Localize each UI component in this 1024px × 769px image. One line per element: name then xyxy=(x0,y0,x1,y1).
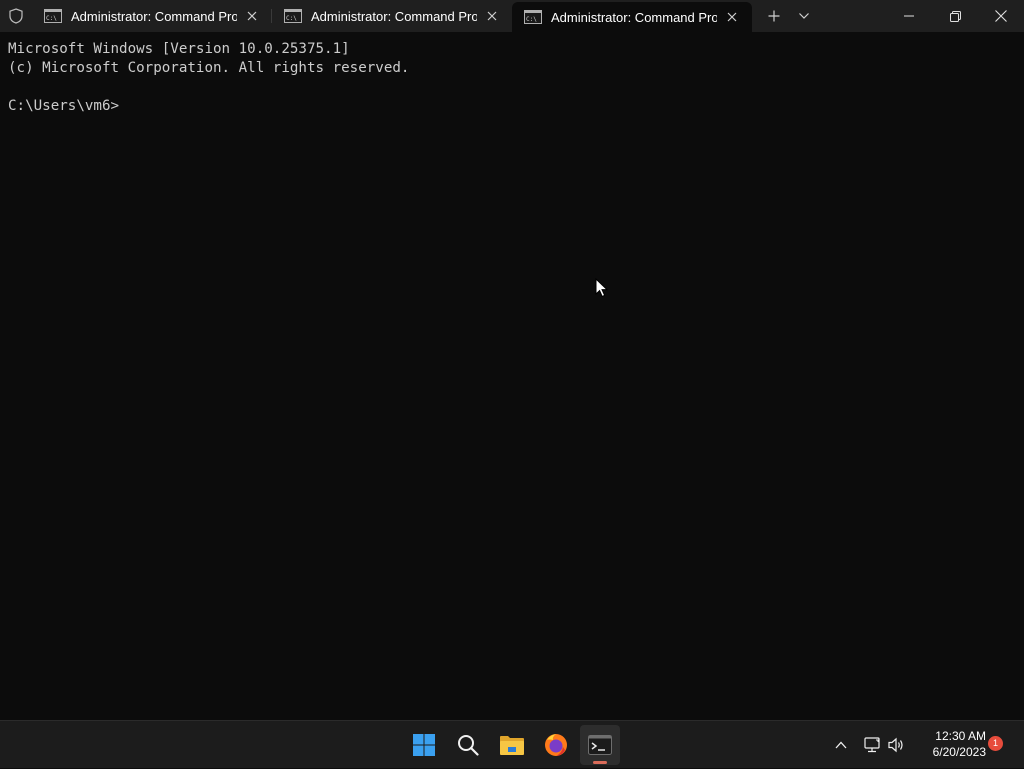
terminal-icon xyxy=(588,735,612,755)
close-tab-button[interactable] xyxy=(479,3,505,29)
network-button[interactable] xyxy=(860,721,884,769)
minimize-button[interactable] xyxy=(886,0,932,32)
terminal-taskbar-button[interactable] xyxy=(580,725,620,765)
close-icon xyxy=(727,12,737,22)
file-explorer-icon xyxy=(500,736,524,755)
clock-date: 6/20/2023 xyxy=(932,745,986,759)
show-hidden-icons-button[interactable] xyxy=(830,721,852,769)
terminal-line: (c) Microsoft Corporation. All rights re… xyxy=(8,60,410,76)
terminal-area[interactable]: Microsoft Windows [Version 10.0.25375.1]… xyxy=(0,32,1024,720)
start-button[interactable] xyxy=(404,725,444,765)
plus-icon xyxy=(768,10,780,22)
tab-title: Administrator: Command Prompt xyxy=(71,8,237,24)
terminal-line: Microsoft Windows [Version 10.0.25375.1] xyxy=(8,41,350,57)
tab-title: Administrator: Command Prompt xyxy=(311,8,477,24)
minimize-icon xyxy=(904,15,914,17)
firefox-icon xyxy=(545,734,567,756)
tab-3-active[interactable]: C:\ Administrator: Command Prompt xyxy=(512,2,752,32)
close-icon xyxy=(995,10,1007,22)
taskbar: 12:30 AM 6/20/2023 xyxy=(0,720,1024,768)
mouse-cursor-icon xyxy=(595,278,609,298)
clock[interactable]: 12:30 AM 6/20/2023 xyxy=(912,728,986,760)
close-icon xyxy=(247,11,257,21)
cmd-icon: C:\ xyxy=(524,10,542,24)
tab-2[interactable]: C:\ Administrator: Command Prompt xyxy=(272,0,512,32)
chevron-down-icon xyxy=(799,13,809,19)
chevron-up-icon xyxy=(835,741,847,749)
volume-icon xyxy=(888,737,903,753)
cmd-icon: C:\ xyxy=(284,9,302,23)
windows-logo-icon xyxy=(413,734,435,756)
svg-text:C:\: C:\ xyxy=(526,16,537,23)
tab-dropdown-button[interactable] xyxy=(790,0,818,32)
clock-time: 12:30 AM xyxy=(935,729,986,743)
tab-1[interactable]: C:\ Administrator: Command Prompt xyxy=(32,0,272,32)
close-icon xyxy=(487,11,497,21)
new-tab-button[interactable] xyxy=(760,0,788,32)
svg-text:C:\: C:\ xyxy=(286,15,297,22)
search-icon xyxy=(458,735,479,756)
restore-button[interactable] xyxy=(932,0,978,32)
shield-icon xyxy=(0,0,32,32)
terminal-prompt[interactable]: C:\Users\vm6> xyxy=(8,97,119,116)
close-tab-button[interactable] xyxy=(719,4,745,30)
restore-icon xyxy=(949,10,961,22)
cmd-icon: C:\ xyxy=(44,9,62,23)
close-window-button[interactable] xyxy=(978,0,1024,32)
search-button[interactable] xyxy=(448,725,488,765)
firefox-button[interactable] xyxy=(536,725,576,765)
svg-text:C:\: C:\ xyxy=(46,15,57,22)
network-icon xyxy=(864,737,880,753)
title-bar: C:\ Administrator: Command Prompt C:\ Ad… xyxy=(0,0,1024,32)
close-tab-button[interactable] xyxy=(239,3,265,29)
volume-button[interactable] xyxy=(884,721,908,769)
tab-title: Administrator: Command Prompt xyxy=(551,9,717,25)
active-indicator xyxy=(593,761,607,764)
notification-badge[interactable]: 1 xyxy=(988,736,1003,751)
file-explorer-button[interactable] xyxy=(492,725,532,765)
